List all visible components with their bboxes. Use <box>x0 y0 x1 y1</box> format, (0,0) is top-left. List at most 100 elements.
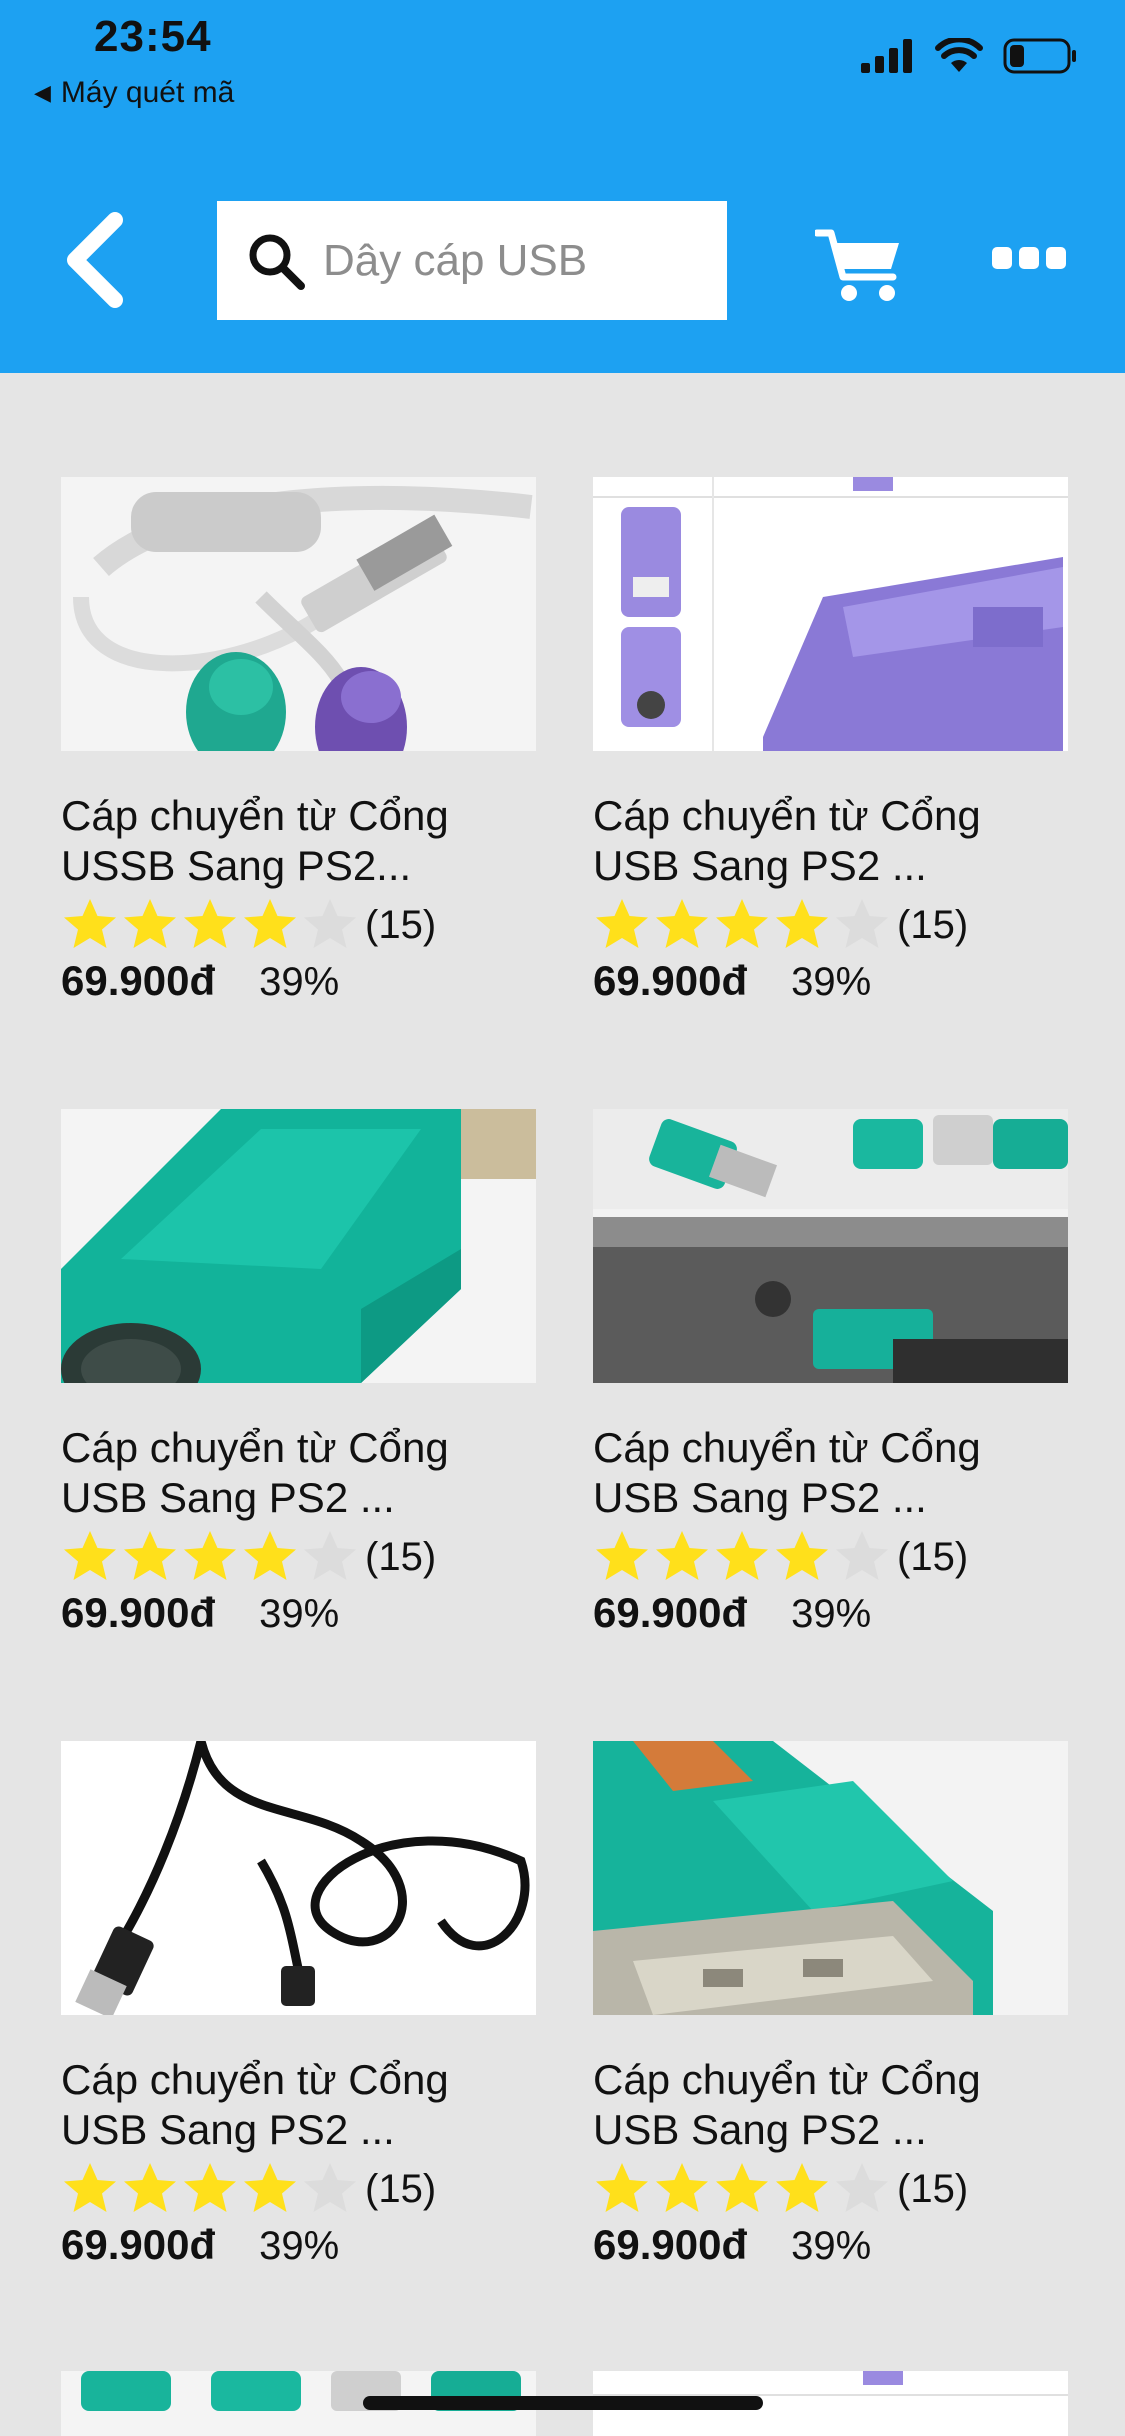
product-rating: (15) <box>593 2161 1068 2217</box>
star-filled-icon <box>124 2163 176 2212</box>
rating-count: (15) <box>897 1534 969 1579</box>
product-title-line2: USB Sang PS2 ... <box>593 842 927 889</box>
product-rating: (15) <box>61 2161 536 2217</box>
product-image-cable-purple-green[interactable] <box>61 477 536 751</box>
wifi-icon <box>935 38 983 72</box>
price-row: 69.900đ 39% <box>593 957 1068 1005</box>
back-to-app-link[interactable]: ◀ Máy quét mã <box>34 76 234 110</box>
product-title[interactable]: Cáp chuyển từ Cổng USB Sang PS2 ... <box>593 1423 1068 1523</box>
product-card[interactable]: Cáp chuyển từ Cổng USB Sang PS2 ... (15)… <box>61 1109 536 1637</box>
star-filled-icon <box>716 899 768 948</box>
product-card[interactable]: Cáp chuyển từ Cổng USB Sang PS2 ... (15)… <box>61 1741 536 2269</box>
product-discount: 39% <box>791 1592 872 1636</box>
product-title-line1: Cáp chuyển từ Cổng <box>61 2056 449 2103</box>
star-empty-icon <box>836 2163 888 2212</box>
product-discount: 39% <box>791 960 872 1004</box>
home-indicator[interactable] <box>363 2396 763 2410</box>
product-discount: 39% <box>259 2224 340 2268</box>
star-filled-icon <box>656 899 708 948</box>
product-rating: (15) <box>593 897 1068 953</box>
rating-count: (15) <box>365 902 437 947</box>
product-title-line2: USB Sang PS2 ... <box>61 2106 395 2153</box>
back-triangle-icon: ◀ <box>34 80 51 105</box>
product-title-line1: Cáp chuyển từ Cổng <box>593 2056 981 2103</box>
product-image-adapter-green[interactable] <box>61 1109 536 1383</box>
product-title-line1: Cáp chuyển từ Cổng <box>593 1424 981 1471</box>
star-filled-icon <box>716 2163 768 2212</box>
product-title-line2: USB Sang PS2 ... <box>593 1474 927 1521</box>
signal-icon <box>861 39 912 73</box>
product-title[interactable]: Cáp chuyển từ Cổng USB Sang PS2 ... <box>61 2055 536 2155</box>
battery-icon <box>1003 38 1076 74</box>
status-time: 23:54 <box>94 12 212 61</box>
star-filled-icon <box>124 899 176 948</box>
rating-count: (15) <box>365 2166 437 2211</box>
product-title-line2: USB Sang PS2 ... <box>61 1474 395 1521</box>
star-filled-icon <box>124 1531 176 1580</box>
star-empty-icon <box>304 1531 356 1580</box>
price-row: 69.900đ 39% <box>61 957 536 1005</box>
star-filled-icon <box>596 1531 648 1580</box>
product-price: 69.900đ <box>61 1589 216 1636</box>
product-price: 69.900đ <box>593 1589 748 1636</box>
star-filled-icon <box>64 1531 116 1580</box>
product-image-black-cable[interactable] <box>61 1741 536 2015</box>
price-row: 69.900đ 39% <box>593 1589 1068 1637</box>
star-filled-icon <box>776 899 828 948</box>
more-icon[interactable] <box>992 243 1066 273</box>
star-filled-icon <box>776 2163 828 2212</box>
chevron-left-icon[interactable] <box>60 210 130 310</box>
product-price: 69.900đ <box>593 2221 748 2268</box>
product-discount: 39% <box>791 2224 872 2268</box>
back-app-label: Máy quét mã <box>60 76 235 109</box>
product-rating: (15) <box>61 897 536 953</box>
star-empty-icon <box>836 1531 888 1580</box>
product-rating: (15) <box>61 1529 536 1585</box>
product-title-line1: Cáp chuyển từ Cổng <box>61 792 449 839</box>
star-filled-icon <box>244 899 296 948</box>
status-icons <box>861 38 1077 74</box>
product-discount: 39% <box>259 1592 340 1636</box>
product-card[interactable]: Cáp chuyển từ Cổng USB Sang PS2 ... (15)… <box>593 1109 1068 1637</box>
product-title-line2: USB Sang PS2 ... <box>593 2106 927 2153</box>
product-title[interactable]: Cáp chuyển từ Cổng USSB Sang PS2... <box>61 791 536 891</box>
rating-count: (15) <box>365 1534 437 1579</box>
product-card[interactable]: Cáp chuyển từ Cổng USB Sang PS2 ... (15)… <box>593 1741 1068 2269</box>
app-header: 23:54 ◀ Máy quét mã <box>0 0 1125 373</box>
rating-count: (15) <box>897 902 969 947</box>
search-bar[interactable] <box>217 201 727 320</box>
star-filled-icon <box>776 1531 828 1580</box>
star-filled-icon <box>244 1531 296 1580</box>
star-empty-icon <box>836 899 888 948</box>
product-title[interactable]: Cáp chuyển từ Cổng USB Sang PS2 ... <box>593 2055 1068 2155</box>
star-filled-icon <box>64 2163 116 2212</box>
product-card[interactable]: Cáp chuyển từ Cổng USSB Sang PS2... (15)… <box>61 477 536 1005</box>
product-title-line2: USSB Sang PS2... <box>61 842 412 889</box>
product-image-adapter-purple[interactable] <box>593 477 1068 751</box>
product-title-line1: Cáp chuyển từ Cổng <box>61 1424 449 1471</box>
cart-icon[interactable] <box>815 225 905 305</box>
star-filled-icon <box>596 2163 648 2212</box>
product-price: 69.900đ <box>61 2221 216 2268</box>
search-icon <box>249 234 305 290</box>
star-filled-icon <box>184 1531 236 1580</box>
product-card[interactable]: Cáp chuyển từ Cổng USB Sang PS2 ... (15)… <box>593 477 1068 1005</box>
star-filled-icon <box>244 2163 296 2212</box>
star-empty-icon <box>304 2163 356 2212</box>
product-rating: (15) <box>593 1529 1068 1585</box>
star-filled-icon <box>656 1531 708 1580</box>
product-title[interactable]: Cáp chuyển từ Cổng USB Sang PS2 ... <box>593 791 1068 891</box>
star-filled-icon <box>596 899 648 948</box>
star-filled-icon <box>716 1531 768 1580</box>
product-title[interactable]: Cáp chuyển từ Cổng USB Sang PS2 ... <box>61 1423 536 1523</box>
price-row: 69.900đ 39% <box>593 2221 1068 2269</box>
product-image-adapter-green-closeup[interactable] <box>593 1741 1068 2015</box>
product-image-adapter-green-photo[interactable] <box>593 1109 1068 1383</box>
product-price: 69.900đ <box>61 957 216 1004</box>
star-empty-icon <box>304 899 356 948</box>
search-input[interactable] <box>321 234 705 287</box>
star-filled-icon <box>184 899 236 948</box>
star-filled-icon <box>64 899 116 948</box>
product-discount: 39% <box>259 960 340 1004</box>
rating-count: (15) <box>897 2166 969 2211</box>
